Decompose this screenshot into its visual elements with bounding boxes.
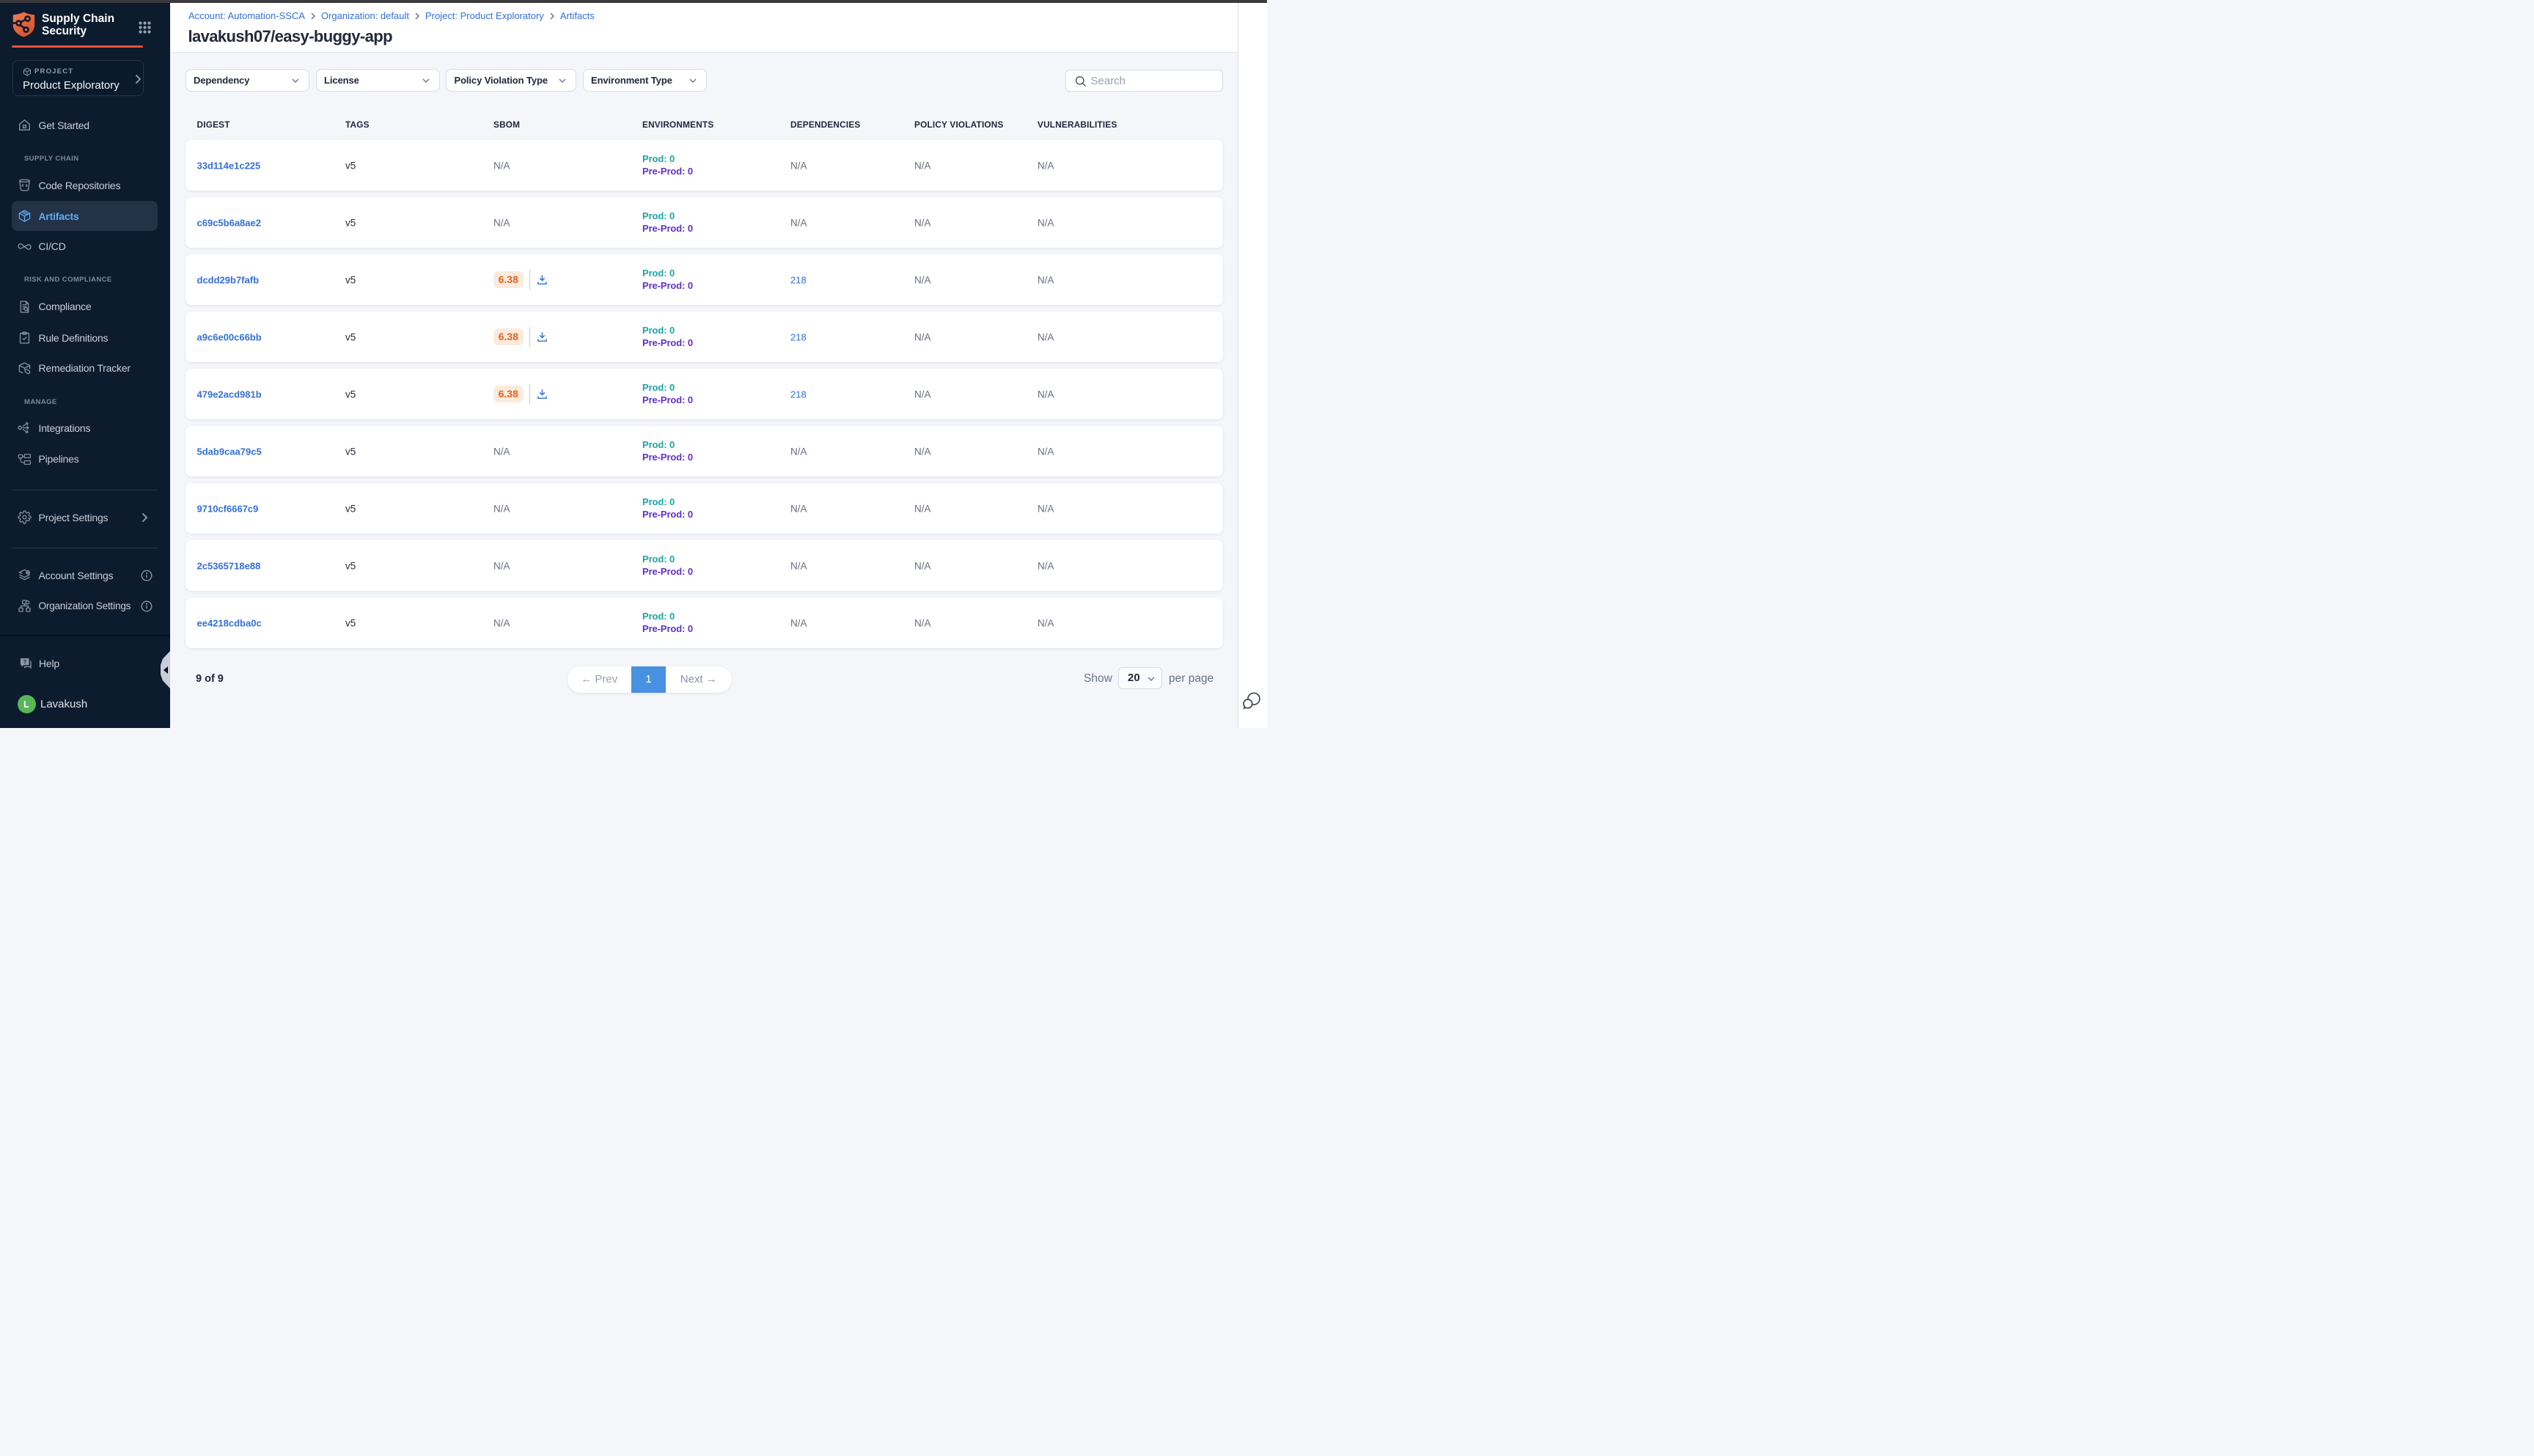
svg-text:?: ? bbox=[23, 658, 27, 665]
